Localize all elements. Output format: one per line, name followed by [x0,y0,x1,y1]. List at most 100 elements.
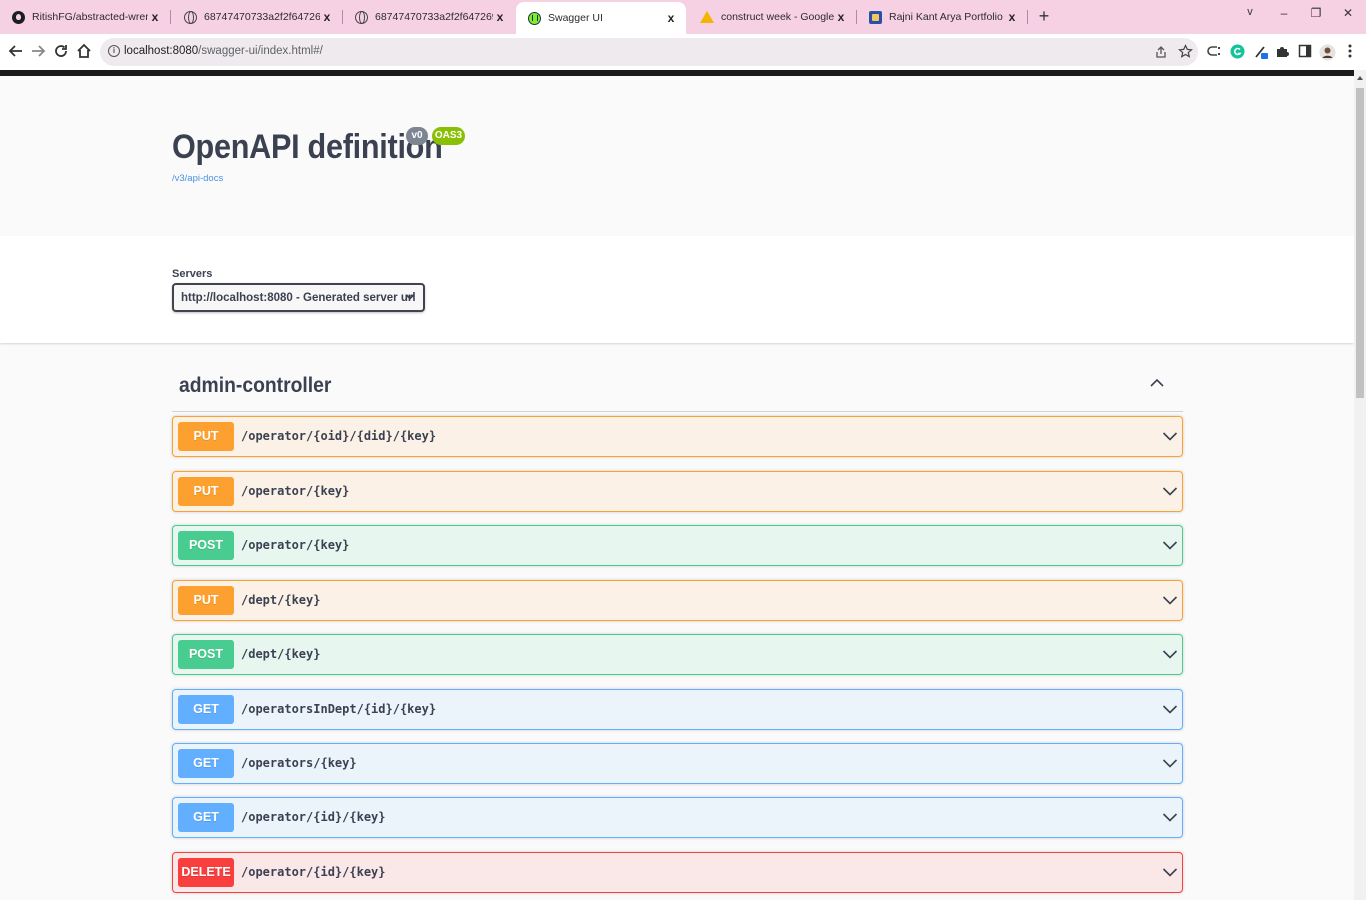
close-window-button[interactable]: ✕ [1338,6,1358,20]
tab-close-icon[interactable]: x [664,11,678,25]
swagger-icon [528,11,541,25]
operation-path: /operator/{key} [241,484,350,498]
globe-icon [355,10,368,24]
tab-swagger-ui[interactable]: Swagger UI x [516,2,686,34]
server-select[interactable]: http://localhost:8080 - Generated server… [172,283,425,312]
scroll-up-arrow-icon[interactable] [1356,74,1364,82]
opblock-put-operator-key[interactable]: PUT /operator/{key} [172,471,1183,512]
reload-icon[interactable] [51,41,71,61]
http-method-badge: POST [178,640,234,669]
swagger-page: OpenAPI definition v0 OAS3 /v3/api-docs … [0,76,1354,900]
http-method-badge: GET [178,695,234,724]
http-method-badge: PUT [178,477,234,506]
forward-arrow-icon[interactable] [28,41,48,61]
http-method-badge: GET [178,749,234,778]
operation-path: /operator/{oid}/{did}/{key} [241,429,437,443]
version-badge: v0 [406,127,428,145]
extensions-puzzle-icon[interactable] [1274,44,1290,60]
opblock-post-operator-key[interactable]: POST /operator/{key} [172,525,1183,566]
bookmark-star-icon[interactable] [1178,44,1193,59]
server-select-value: http://localhost:8080 - Generated server… [181,292,416,304]
chevron-down-icon[interactable] [1162,809,1178,825]
tab-title: Swagger UI [548,12,603,24]
operation-path: /operator/{key} [241,538,350,552]
browser-toolbar: i localhost:8080/swagger-ui/index.html#/ [0,34,1366,70]
github-icon [12,10,25,24]
new-tab-button[interactable]: + [1034,6,1054,27]
operation-path: /operator/{id}/{key} [241,810,386,824]
http-method-badge: DELETE [178,858,234,887]
share-icon[interactable] [1154,45,1168,59]
api-docs-link[interactable]: /v3/api-docs [172,173,223,184]
minimize-button[interactable]: – [1274,6,1294,20]
oas-badge: OAS3 [432,127,465,145]
api-info-section: OpenAPI definition v0 OAS3 /v3/api-docs [0,76,1354,236]
chevron-down-icon[interactable] [1162,537,1178,553]
site-info-icon[interactable]: i [108,45,120,57]
chevron-down-icon[interactable] [1162,592,1178,608]
chevron-up-icon[interactable] [1149,375,1165,391]
page-scrollbar[interactable] [1354,70,1366,900]
tab-title: 68747470733a2f2f64726976665 2 [375,11,493,23]
extension-c-icon[interactable] [1206,44,1222,60]
page-title: OpenAPI definition [172,128,443,166]
home-icon[interactable] [74,41,94,61]
tab-title: construct week - Google Drive [721,11,834,23]
side-panel-icon[interactable] [1297,44,1313,60]
operation-path: /dept/{key} [241,593,321,607]
chevron-down-icon[interactable] [1162,483,1178,499]
chevron-down-icon[interactable] [1162,428,1178,444]
tab-close-icon[interactable]: x [148,10,162,24]
portfolio-icon [869,10,882,24]
operation-path: /operatorsInDept/{id}/{key} [241,702,437,716]
opblock-delete-operator-id-key[interactable]: DELETE /operator/{id}/{key} [172,852,1183,893]
tab-title: 68747470733a2f2f64726976665 2 [204,11,320,23]
opblock-get-operators-key[interactable]: GET /operators/{key} [172,743,1183,784]
pen-extension-icon[interactable] [1253,44,1269,60]
opblock-post-dept-key[interactable]: POST /dept/{key} [172,634,1183,675]
tab-drive-image-2[interactable]: 68747470733a2f2f64726976665 2 x [343,4,515,30]
browser-tab-strip: RitishFG/abstracted-wren-6239: S x 68747… [0,0,1366,34]
restore-button[interactable]: ❐ [1306,6,1326,20]
operation-path: /operators/{key} [241,756,357,770]
tab-title: Rajni Kant Arya Portfolio [889,11,1003,23]
tab-google-drive[interactable]: construct week - Google Drive x [688,4,857,30]
back-arrow-icon[interactable] [6,41,26,61]
tab-close-icon[interactable]: x [1005,10,1019,24]
tab-github[interactable]: RitishFG/abstracted-wren-6239: S x [0,4,171,30]
opblock-get-operator-id-key[interactable]: GET /operator/{id}/{key} [172,797,1183,838]
tab-close-icon[interactable]: x [320,10,334,24]
chevron-down-icon[interactable] [1162,646,1178,662]
tab-close-icon[interactable]: x [834,10,848,24]
tab-title: RitishFG/abstracted-wren-6239: S [32,11,148,23]
address-bar[interactable]: i localhost:8080/swagger-ui/index.html#/ [100,38,1198,66]
http-method-badge: PUT [178,586,234,615]
tab-search-chevron-icon[interactable]: v [1240,6,1260,18]
chevron-down-icon[interactable] [1162,701,1178,717]
grammarly-icon[interactable] [1229,44,1245,60]
google-drive-icon [700,11,714,23]
url-text[interactable]: localhost:8080/swagger-ui/index.html#/ [124,45,323,57]
http-method-badge: PUT [178,422,234,451]
tag-name: admin-controller [179,374,332,397]
http-method-badge: POST [178,531,234,560]
tab-close-icon[interactable]: x [493,10,507,24]
chevron-down-icon[interactable] [1162,864,1178,880]
operation-path: /operator/{id}/{key} [241,865,386,879]
scrollbar-thumb[interactable] [1356,88,1364,398]
servers-section: Servers http://localhost:8080 - Generate… [0,236,1354,343]
opblock-put-operator-oid-did-key[interactable]: PUT /operator/{oid}/{did}/{key} [172,416,1183,457]
profile-avatar[interactable] [1319,44,1336,61]
servers-label: Servers [172,268,213,280]
opblock-get-operators-in-dept[interactable]: GET /operatorsInDept/{id}/{key} [172,689,1183,730]
opblock-put-dept-key[interactable]: PUT /dept/{key} [172,580,1183,621]
operation-path: /dept/{key} [241,647,321,661]
tab-drive-image-1[interactable]: 68747470733a2f2f64726976665 2 x [172,4,343,30]
chevron-down-icon [405,294,415,300]
globe-icon [184,10,197,24]
browser-menu-icon[interactable] [1342,44,1358,60]
tag-section-header[interactable]: admin-controller [172,366,1183,412]
tab-portfolio[interactable]: Rajni Kant Arya Portfolio x [857,4,1028,30]
chevron-down-icon[interactable] [1162,755,1178,771]
http-method-badge: GET [178,803,234,832]
